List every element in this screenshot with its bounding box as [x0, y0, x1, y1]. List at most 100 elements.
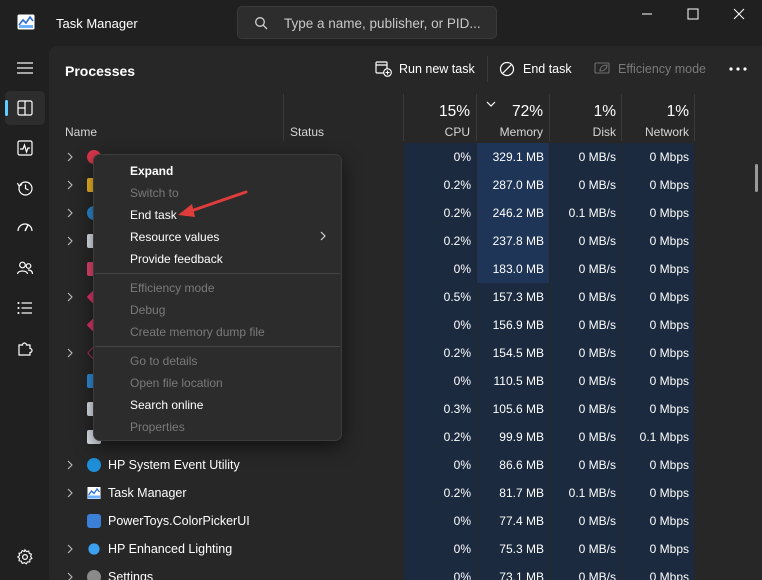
cpu-cell: 0%	[404, 507, 476, 535]
column-disk[interactable]: Disk	[593, 125, 616, 139]
disk-value: 0 MB/s	[578, 570, 616, 580]
expand-chevron-icon[interactable]	[66, 460, 74, 470]
expand-chevron-icon[interactable]	[66, 544, 74, 554]
disk-value: 0 MB/s	[578, 290, 616, 304]
network-value: 0.1 Mbps	[639, 430, 689, 444]
close-button[interactable]	[716, 0, 762, 30]
menu-item-resource-values[interactable]: Resource values	[130, 230, 219, 244]
network-value: 0 Mbps	[649, 318, 689, 332]
efficiency-mode-button[interactable]: Efficiency mode	[594, 58, 709, 80]
menu-item-expand[interactable]: Expand	[130, 164, 173, 178]
disk-value: 0 MB/s	[578, 262, 616, 276]
menu-item-go-to-details[interactable]: Go to details	[130, 354, 197, 368]
maximize-button[interactable]	[670, 0, 716, 30]
nav-processes[interactable]	[5, 91, 45, 125]
network-cell: 0.1 Mbps	[622, 423, 694, 451]
nav-services[interactable]	[5, 331, 45, 365]
process-name: PowerToys.ColorPickerUI	[108, 514, 250, 528]
expand-chevron-icon[interactable]	[66, 348, 74, 358]
disk-cell: 0 MB/s	[550, 283, 621, 311]
cpu-cell: 0.2%	[404, 227, 476, 255]
expand-chevron-icon[interactable]	[66, 152, 74, 162]
network-value: 0 Mbps	[649, 402, 689, 416]
cpu-cell: 0.2%	[404, 423, 476, 451]
memory-cell: 157.3 MB	[477, 283, 549, 311]
nav-startup-apps[interactable]	[5, 211, 45, 245]
table-row[interactable]: Task Manager 0.2% 81.7 MB 0.1 MB/s 0 Mbp…	[49, 479, 762, 507]
cpu-total-percent: 15%	[438, 103, 470, 120]
expand-chevron-icon[interactable]	[66, 572, 74, 580]
table-row[interactable]: Settings 0% 73.1 MB 0 MB/s 0 Mbps	[49, 563, 762, 580]
expand-chevron-icon[interactable]	[66, 488, 74, 498]
menu-item-properties[interactable]: Properties	[130, 420, 185, 434]
cpu-value: 0.5%	[443, 290, 471, 304]
minimize-button[interactable]	[624, 0, 670, 30]
nav-performance[interactable]	[5, 131, 45, 165]
menu-item-create-dump[interactable]: Create memory dump file	[130, 325, 265, 339]
menu-item-open-file-location[interactable]: Open file location	[130, 376, 223, 390]
search-input[interactable]	[284, 13, 489, 33]
color-picker-icon	[87, 514, 101, 528]
column-status[interactable]: Status	[290, 125, 324, 139]
nav-users[interactable]	[5, 251, 45, 285]
disk-cell: 0 MB/s	[550, 143, 621, 171]
process-name: HP System Event Utility	[108, 458, 240, 472]
more-dots-icon	[729, 67, 747, 71]
column-divider	[283, 94, 284, 141]
disk-cell: 0 MB/s	[550, 339, 621, 367]
expand-chevron-icon[interactable]	[66, 292, 74, 302]
network-cell: 0 Mbps	[622, 479, 694, 507]
hamburger-menu-button[interactable]	[5, 51, 45, 85]
menu-separator	[95, 273, 340, 274]
column-cpu[interactable]: CPU	[445, 125, 470, 139]
menu-item-end-task[interactable]: End task	[130, 208, 177, 222]
column-divider	[694, 94, 695, 141]
network-cell: 0 Mbps	[622, 199, 694, 227]
end-task-button[interactable]: End task	[499, 58, 579, 80]
network-cell: 0 Mbps	[622, 227, 694, 255]
menu-item-provide-feedback[interactable]: Provide feedback	[130, 252, 223, 266]
memory-cell: 75.3 MB	[477, 535, 549, 563]
menu-item-search-online[interactable]: Search online	[130, 398, 203, 412]
memory-value: 75.3 MB	[499, 542, 544, 556]
table-row[interactable]: PowerToys.ColorPickerUI 0% 77.4 MB 0 MB/…	[49, 507, 762, 535]
menu-item-efficiency-mode[interactable]: Efficiency mode	[130, 281, 215, 295]
cpu-value: 0.2%	[443, 178, 471, 192]
nav-app-history[interactable]	[5, 171, 45, 205]
cpu-value: 0%	[453, 514, 471, 528]
search-box[interactable]	[237, 6, 497, 39]
lighting-icon	[88, 543, 100, 555]
menu-item-debug[interactable]: Debug	[130, 303, 165, 317]
table-row[interactable]: HP System Event Utility 0% 86.6 MB 0 MB/…	[49, 451, 762, 479]
expand-chevron-icon[interactable]	[66, 208, 74, 218]
disk-cell: 0 MB/s	[550, 451, 621, 479]
cpu-value: 0%	[453, 318, 471, 332]
column-header-row: Name Status 15% CPU 72% Memory 1% Disk 1…	[49, 94, 762, 141]
vertical-scrollbar[interactable]	[755, 164, 758, 192]
memory-value: 81.7 MB	[499, 486, 544, 500]
more-options-button[interactable]	[725, 58, 751, 80]
network-value: 0 Mbps	[649, 486, 689, 500]
memory-value: 110.5 MB	[493, 374, 544, 388]
sidebar	[0, 46, 49, 580]
table-row[interactable]: HP Enhanced Lighting 0% 75.3 MB 0 MB/s 0…	[49, 535, 762, 563]
nav-details[interactable]	[5, 291, 45, 325]
performance-icon	[17, 140, 33, 156]
memory-cell: 246.2 MB	[477, 199, 549, 227]
expand-chevron-icon[interactable]	[66, 180, 74, 190]
column-name[interactable]: Name	[65, 125, 97, 139]
users-icon	[16, 261, 34, 275]
run-new-task-icon	[375, 61, 392, 77]
efficiency-mode-label: Efficiency mode	[618, 62, 707, 76]
network-cell: 0 Mbps	[622, 507, 694, 535]
expand-chevron-icon[interactable]	[66, 236, 74, 246]
column-memory[interactable]: Memory	[500, 125, 543, 139]
menu-item-switch-to[interactable]: Switch to	[130, 186, 179, 200]
services-puzzle-icon	[18, 342, 33, 356]
disk-value: 0 MB/s	[578, 374, 616, 388]
nav-settings[interactable]	[5, 540, 45, 574]
disk-cell: 0 MB/s	[550, 367, 621, 395]
run-new-task-button[interactable]: Run new task	[375, 58, 475, 80]
column-network[interactable]: Network	[645, 125, 689, 139]
memory-cell: 73.1 MB	[477, 563, 549, 580]
